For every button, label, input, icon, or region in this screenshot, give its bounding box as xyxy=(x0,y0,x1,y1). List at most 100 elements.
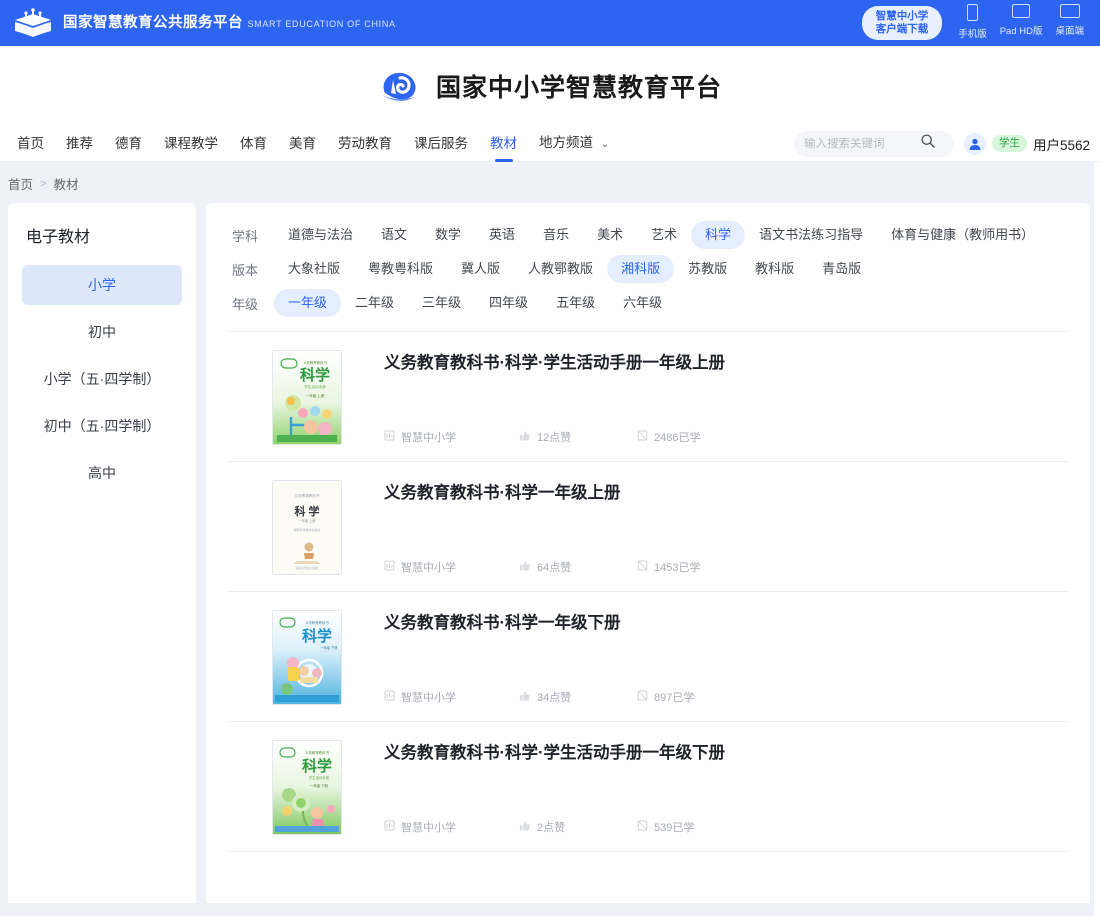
device-link-tablet[interactable]: Pad HD版 xyxy=(1000,4,1042,39)
grade-chip-6[interactable]: 六年级 xyxy=(609,289,676,317)
textbook-list-item[interactable]: 义务教育教科书 科学 学生活动手册 一年级 上册 义务教育教科书·科学·学生活动… xyxy=(228,332,1068,462)
filter-row-subject: 学科 道德与法治 语文 数学 英语 音乐 美术 艺术 科学 语文书法练习指导 体… xyxy=(228,221,1068,249)
breadcrumb-home[interactable]: 首页 xyxy=(8,174,33,193)
sidebar-item-junior-54[interactable]: 初中（五·四学制） xyxy=(22,406,182,446)
version-chip-jiaoke[interactable]: 教科版 xyxy=(741,255,808,283)
version-chip-sujiao[interactable]: 苏教版 xyxy=(674,255,741,283)
nav-label: 课后服务 xyxy=(414,135,468,151)
meta-studied-text: 1453已学 xyxy=(654,562,701,574)
meta-likes-text: 2点赞 xyxy=(537,822,566,834)
subject-chip-chinese[interactable]: 语文 xyxy=(367,221,421,249)
version-chip-daxiangshe[interactable]: 大象社版 xyxy=(274,255,354,283)
nav-item-home[interactable]: 首页 xyxy=(6,127,55,161)
grade-chip-2[interactable]: 二年级 xyxy=(341,289,408,317)
sidebar-item-label: 小学 xyxy=(88,277,116,293)
nav-item-after-school[interactable]: 课后服务 xyxy=(403,127,479,161)
subject-chip-pe-health[interactable]: 体育与健康（教师用书） xyxy=(877,221,1048,249)
svg-text:一年级 上册: 一年级 上册 xyxy=(299,518,317,523)
version-chip-renjiaoejiao[interactable]: 人教鄂教版 xyxy=(514,255,607,283)
subject-chip-math[interactable]: 数学 xyxy=(421,221,475,249)
book-title[interactable]: 义务教育教科书·科学·学生活动手册一年级下册 xyxy=(384,742,1068,764)
content-area: 电子教材 小学 初中 小学（五·四学制） 初中（五·四学制） 高中 学科 道德与… xyxy=(0,203,1100,903)
version-chip-qingdao[interactable]: 青岛版 xyxy=(808,255,875,283)
nav-item-curriculum[interactable]: 课程教学 xyxy=(153,127,229,161)
search-box[interactable] xyxy=(793,130,954,157)
book-cover-thumbnail[interactable]: 义务教育教科书 科学 一年级 下册 xyxy=(272,610,342,705)
subject-chip-morality[interactable]: 道德与法治 xyxy=(274,221,367,249)
subject-chip-fine-arts[interactable]: 美术 xyxy=(583,221,637,249)
subject-chip-arts[interactable]: 艺术 xyxy=(637,221,691,249)
user-block[interactable]: 学生 用户5562 xyxy=(963,132,1090,155)
subject-chip-music[interactable]: 音乐 xyxy=(529,221,583,249)
book-study-icon xyxy=(637,690,648,704)
meta-likes-text: 64点赞 xyxy=(537,562,572,574)
grade-chip-5[interactable]: 五年级 xyxy=(542,289,609,317)
page-brand-title: 国家中小学智慧教育平台 xyxy=(435,74,722,102)
page-body: 首页 > 教材 电子教材 小学 初中 小学（五·四学制） 初中（五·四学制） 高… xyxy=(0,162,1100,916)
nav-item-labor-education[interactable]: 劳动教育 xyxy=(327,127,403,161)
version-chip-xiangke[interactable]: 湘科版 xyxy=(607,255,675,283)
nav-item-moral-education[interactable]: 德育 xyxy=(104,127,153,161)
version-chip-jiren[interactable]: 冀人版 xyxy=(447,255,514,283)
avatar[interactable] xyxy=(963,132,986,155)
platform-logo[interactable]: 国家智慧教育公共服务平台 SMART EDUCATION OF CHINA xyxy=(0,7,396,39)
book-title[interactable]: 义务教育教科书·科学·学生活动手册一年级上册 xyxy=(384,352,1068,374)
meta-likes: 2点赞 xyxy=(519,819,637,835)
nav-label: 教材 xyxy=(490,135,517,151)
open-book-logo-icon xyxy=(12,7,54,39)
sidebar-item-junior[interactable]: 初中 xyxy=(22,312,182,352)
thumbs-up-icon xyxy=(519,820,531,835)
meta-source: 智慧中小学 xyxy=(384,819,519,835)
textbook-list-item[interactable]: 义务教育教科书 科学 一年级 下册 义务教育教科书·科学一年级下册 智慧中小学 … xyxy=(228,592,1068,722)
sidebar-item-senior[interactable]: 高中 xyxy=(22,453,182,493)
meta-studied: 1453已学 xyxy=(637,559,700,575)
nav-label: 地方频道 xyxy=(539,134,593,150)
meta-likes-text: 34点赞 xyxy=(537,692,572,704)
client-download-button[interactable]: 智慧中小学 客户端下载 xyxy=(861,6,943,40)
filter-label-version: 版本 xyxy=(232,262,259,278)
tablet-icon xyxy=(1012,4,1031,18)
main-panel: 学科 道德与法治 语文 数学 英语 音乐 美术 艺术 科学 语文书法练习指导 体… xyxy=(206,203,1090,903)
device-link-phone[interactable]: 手机版 xyxy=(958,4,987,42)
sidebar-item-primary-54[interactable]: 小学（五·四学制） xyxy=(22,359,182,399)
svg-text:义务教育教科书: 义务教育教科书 xyxy=(305,620,329,625)
page-scrollbar[interactable] xyxy=(1094,162,1100,916)
subject-chip-calligraphy[interactable]: 语文书法练习指导 xyxy=(745,221,877,249)
nav-item-recommend[interactable]: 推荐 xyxy=(55,127,104,161)
grade-chip-1[interactable]: 一年级 xyxy=(274,289,342,317)
nav-item-textbooks[interactable]: 教材 xyxy=(479,127,528,161)
grade-chip-3[interactable]: 三年级 xyxy=(408,289,475,317)
textbook-list-item[interactable]: 义务教育教科书 科 学 一年级 上册 湖南科学技术出版社 湖南科学技术出版社 义… xyxy=(228,462,1068,592)
nav-item-aesthetic-education[interactable]: 美育 xyxy=(278,127,327,161)
book-cover-thumbnail[interactable]: 义务教育教科书 科学 学生活动手册 一年级 下册 xyxy=(272,740,342,835)
nav-item-local-channel[interactable]: 地方频道 ⌄ xyxy=(528,126,620,162)
book-cover-thumbnail[interactable]: 义务教育教科书 科学 学生活动手册 一年级 上册 xyxy=(272,350,342,445)
book-meta: 智慧中小学 12点赞 2486已学 xyxy=(384,429,1068,445)
meta-studied: 2486已学 xyxy=(637,429,700,445)
breadcrumb-separator: > xyxy=(40,177,47,190)
logo-title-zh: 国家智慧教育公共服务平台 xyxy=(63,15,243,31)
device-label-phone: 手机版 xyxy=(958,29,987,40)
sidebar-item-primary[interactable]: 小学 xyxy=(22,265,182,305)
brand-block[interactable]: 国家中小学智慧教育平台 xyxy=(378,66,722,106)
breadcrumb: 首页 > 教材 xyxy=(0,162,1100,203)
meta-source-text: 智慧中小学 xyxy=(401,562,456,574)
search-icon[interactable] xyxy=(920,133,936,154)
thumbs-up-icon xyxy=(519,430,531,445)
grade-chip-4[interactable]: 四年级 xyxy=(475,289,542,317)
device-link-desktop[interactable]: 桌面端 xyxy=(1055,4,1084,39)
svg-text:科 学: 科 学 xyxy=(294,504,319,518)
user-name[interactable]: 用户5562 xyxy=(1033,134,1090,154)
subject-chip-science[interactable]: 科学 xyxy=(691,221,746,249)
textbook-list-item[interactable]: 义务教育教科书 科学 学生活动手册 一年级 下册 义务教育教科书·科学·学生活动… xyxy=(228,722,1068,852)
download-line-1: 智慧中小学 xyxy=(875,10,929,22)
book-cover-thumbnail[interactable]: 义务教育教科书 科 学 一年级 上册 湖南科学技术出版社 湖南科学技术出版社 xyxy=(272,480,342,575)
source-icon xyxy=(384,820,395,834)
version-chip-yuejiaoyueke[interactable]: 粤教粤科版 xyxy=(354,255,447,283)
book-title[interactable]: 义务教育教科书·科学一年级上册 xyxy=(384,482,1068,504)
download-line-2: 客户端下载 xyxy=(875,23,929,35)
nav-item-physical-education[interactable]: 体育 xyxy=(229,127,278,161)
book-title[interactable]: 义务教育教科书·科学一年级下册 xyxy=(384,612,1068,634)
subject-chip-english[interactable]: 英语 xyxy=(475,221,529,249)
search-input[interactable] xyxy=(803,137,914,150)
